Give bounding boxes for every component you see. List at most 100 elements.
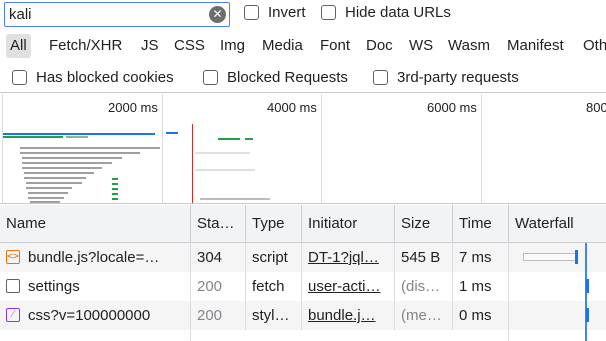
overview-activity-bar [24, 172, 94, 174]
request-time: 1 ms [453, 272, 509, 301]
hide-data-urls-checkbox[interactable] [321, 4, 336, 20]
overview-activity-bar [22, 162, 112, 164]
type-filter-ws[interactable]: WS [409, 34, 433, 58]
network-overview[interactable]: 2000 ms 4000 ms 6000 ms 800 [0, 94, 606, 204]
overview-activity-bar [28, 192, 68, 194]
request-name-cell[interactable]: settings [0, 272, 191, 301]
type-filter-fetch-xhr[interactable]: Fetch/XHR [49, 34, 122, 58]
blocked-requests-checkbox[interactable] [203, 69, 218, 85]
load-event-marker [192, 124, 193, 203]
request-type: fetch [246, 272, 302, 301]
column-divider [190, 243, 191, 341]
overview-activity-bar [30, 201, 60, 203]
column-divider [508, 243, 509, 341]
clear-filter-icon[interactable]: ✕ [209, 6, 226, 23]
requests-table: Name Sta… Type Initiator Size Time Water… [0, 205, 606, 341]
request-name: bundle.js?locale=… [28, 249, 160, 266]
column-header-waterfall[interactable]: Waterfall [509, 205, 606, 243]
column-header-size[interactable]: Size [395, 205, 453, 243]
type-filter-media[interactable]: Media [262, 34, 303, 58]
type-filter-css[interactable]: CSS [174, 34, 205, 58]
request-status: 200 [191, 272, 246, 301]
invert-option[interactable]: Invert [244, 4, 306, 21]
overview-divider [481, 94, 482, 203]
overview-activity-bar [245, 138, 253, 140]
overview-activity-bar [112, 193, 118, 195]
overview-activity-bar [112, 183, 118, 185]
overview-activity-bar [166, 132, 178, 134]
overview-activity-bar [112, 188, 118, 190]
hide-data-urls-label: Hide data URLs [345, 4, 451, 21]
filter-toolbar: ✕ Invert Hide data URLs [0, 0, 606, 28]
overview-divider [2, 94, 3, 203]
column-header-name[interactable]: Name [0, 205, 191, 243]
overview-activity-bar [26, 182, 82, 184]
blocked-requests-label: Blocked Requests [227, 69, 348, 86]
invert-label: Invert [268, 4, 306, 21]
request-initiator-link[interactable]: bundle.j… [302, 301, 395, 330]
request-initiator-link[interactable]: user-acti… [302, 272, 395, 301]
overview-activity-bar [22, 167, 102, 169]
filter-input[interactable] [9, 4, 199, 25]
type-filter-all[interactable]: All [6, 34, 31, 58]
waterfall-bar [523, 253, 576, 261]
column-header-type[interactable]: Type [246, 205, 302, 243]
blocked-cookies-checkbox[interactable] [12, 69, 27, 85]
blocked-requests-option[interactable]: Blocked Requests [203, 69, 348, 86]
waterfall-bar [575, 250, 578, 264]
overview-tick-label: 2000 ms [108, 100, 158, 115]
overview-activity-bar [195, 169, 255, 171]
document-icon [6, 279, 20, 294]
request-name: settings [28, 278, 80, 295]
overview-tick-label: 800 [586, 100, 606, 115]
column-header-time[interactable]: Time [453, 205, 509, 243]
request-initiator-link[interactable]: DT-1?jql… [302, 243, 395, 272]
request-time: 7 ms [453, 243, 509, 272]
overview-activity-bar [26, 187, 72, 189]
overview-divider [321, 94, 322, 203]
overview-activity-bar [3, 136, 63, 138]
invert-checkbox[interactable] [244, 4, 259, 20]
overview-activity-bar [218, 138, 240, 140]
request-type: script [246, 243, 302, 272]
request-time: 0 ms [453, 301, 509, 330]
type-filter-doc[interactable]: Doc [366, 34, 393, 58]
request-size: (me… [395, 301, 453, 330]
stylesheet-icon: ⁄ [6, 308, 20, 323]
overview-activity-bar [3, 133, 155, 135]
third-party-checkbox[interactable] [373, 69, 388, 85]
request-status: 200 [191, 301, 246, 330]
overview-activity-bar [24, 177, 86, 179]
overview-activity-bar [195, 152, 250, 154]
third-party-option[interactable]: 3rd-party requests [373, 69, 519, 86]
blocked-cookies-option[interactable]: Has blocked cookies [12, 69, 174, 86]
hide-data-urls-option[interactable]: Hide data URLs [321, 4, 451, 21]
request-size: 545 B [395, 243, 453, 272]
request-type: styl… [246, 301, 302, 330]
overview-activity-bar [20, 147, 160, 149]
type-filter-font[interactable]: Font [320, 34, 350, 58]
type-filter-other[interactable]: Oth [583, 34, 606, 58]
column-header-status[interactable]: Sta… [191, 205, 246, 243]
table-row[interactable]: <> bundle.js?locale=… 304 script DT-1?jql… [0, 243, 606, 272]
table-row[interactable]: ⁄ css?v=100000000 200 styl… bundle.j… (me… [0, 301, 606, 330]
blocked-cookies-label: Has blocked cookies [36, 69, 174, 86]
column-header-initiator[interactable]: Initiator [302, 205, 395, 243]
request-name-cell[interactable]: ⁄ css?v=100000000 [0, 301, 191, 330]
request-name: css?v=100000000 [28, 307, 151, 324]
request-status: 304 [191, 243, 246, 272]
overview-activity-bar [20, 152, 140, 154]
filter-box[interactable]: ✕ [4, 2, 230, 27]
table-row[interactable]: settings 200 fetch user-acti… (dis… 1 ms [0, 272, 606, 301]
overview-tick-label: 6000 ms [427, 100, 477, 115]
request-name-cell[interactable]: <> bundle.js?locale=… [0, 243, 191, 272]
type-filter-js[interactable]: JS [141, 34, 159, 58]
overview-activity-bar [28, 197, 64, 199]
request-size: (dis… [395, 272, 453, 301]
type-filter-manifest[interactable]: Manifest [507, 34, 564, 58]
type-filter-wasm[interactable]: Wasm [448, 34, 490, 58]
resource-type-filters: All Fetch/XHR JS CSS Img Media Font Doc … [0, 30, 606, 61]
type-filter-img[interactable]: Img [220, 34, 245, 58]
table-header: Name Sta… Type Initiator Size Time Water… [0, 205, 606, 243]
overview-activity-bar [112, 178, 118, 180]
